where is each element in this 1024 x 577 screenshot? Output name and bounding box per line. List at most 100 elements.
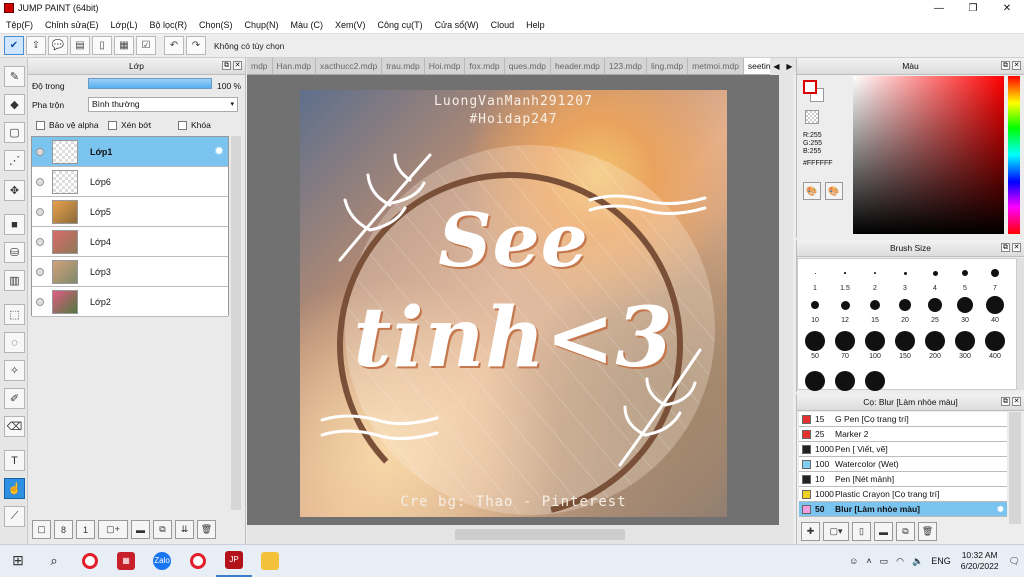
brush-dot[interactable] [835, 371, 855, 391]
new-layer-icon[interactable]: ▢ [32, 520, 51, 539]
artwork-canvas[interactable]: LuongVanManh291207 #Hoidap247 See tinh<3… [300, 90, 727, 517]
panel-close-icon[interactable]: ✕ [1012, 397, 1021, 406]
tab-document[interactable]: xacthucc2.mdp [316, 58, 383, 74]
brush-size-option[interactable]: 12 [830, 295, 860, 324]
brush-preset-item[interactable]: 15 G Pen [Cọ trang trí] [799, 412, 1007, 427]
select-pen-tool-icon[interactable]: ✐ [4, 388, 25, 409]
menu-edit[interactable]: Chỉnh sửa(E) [39, 20, 105, 30]
brush-preset-item[interactable]: 50 Blur [Làm nhòe màu] ✹ [799, 502, 1007, 517]
notifications-icon[interactable]: 🗨 [1005, 556, 1024, 567]
tab-document[interactable]: 123.mdp [605, 58, 648, 74]
grid-icon[interactable]: ▦ [114, 36, 134, 55]
brush-folder-icon[interactable]: ▬ [874, 522, 893, 541]
app-grid-icon[interactable]: ▦ [108, 545, 144, 577]
clipping-checkbox[interactable]: Xén bớt [108, 120, 151, 130]
people-icon[interactable]: ☺ [845, 556, 862, 566]
tab-document[interactable]: ques.mdp [505, 58, 552, 74]
brush-size-option[interactable]: 25 [920, 295, 950, 324]
lock-checkbox[interactable]: Khóa [178, 120, 211, 130]
protect-alpha-checkbox[interactable]: Bảo vệ alpha [36, 120, 99, 130]
brush-size-option[interactable]: 400 [980, 331, 1010, 360]
brush-size-option[interactable]: 2 [860, 263, 890, 292]
tab-document[interactable]: Han.mdp [273, 58, 317, 74]
layer-item[interactable]: Lớp3 [32, 257, 228, 287]
layer-item[interactable]: Lớp1 ✹ [32, 137, 228, 167]
add-layer-menu-icon[interactable]: ▢+ [98, 520, 128, 539]
panel-close-icon[interactable]: ✕ [1012, 61, 1021, 70]
opera-gx-icon[interactable] [180, 545, 216, 577]
menu-color[interactable]: Màu (C) [285, 20, 330, 30]
menu-select[interactable]: Chọn(S) [193, 20, 239, 30]
layer-item[interactable]: Lớp5 [32, 197, 228, 227]
tab-document[interactable]: header.mdp [551, 58, 605, 74]
visibility-icon[interactable] [36, 147, 44, 156]
hue-slider[interactable] [1008, 76, 1020, 234]
brush-add-icon[interactable]: ✚ [801, 522, 820, 541]
scrollbar-thumb[interactable] [455, 529, 625, 540]
layer-item[interactable]: Lớp4 [32, 227, 228, 257]
battery-icon[interactable]: ▭ [876, 556, 893, 567]
language-indicator[interactable]: ENG [927, 556, 955, 566]
eraser-tool-icon[interactable]: ◆ [4, 94, 25, 115]
brush-size-option[interactable]: 150 [890, 331, 920, 360]
trash-icon[interactable]: 🗑 [918, 522, 937, 541]
rectangle-tool-icon[interactable]: ▢ [4, 122, 25, 143]
brush-preset-item[interactable]: 1000 Pen [ Viết, vẽ] [799, 442, 1007, 457]
brush-size-option[interactable]: 200 [920, 331, 950, 360]
export-icon[interactable]: ⇪ [26, 36, 46, 55]
windows-start-icon[interactable]: ⊞ [0, 545, 36, 577]
dotted-line-tool-icon[interactable]: ⋰ [4, 150, 25, 171]
new-1bit-layer-icon[interactable]: 1 [76, 520, 95, 539]
brush-preset-scrollbar[interactable] [1009, 412, 1021, 524]
menu-window[interactable]: Cửa sổ(W) [429, 20, 485, 30]
brush-size-option[interactable]: 40 [980, 295, 1010, 324]
move-tool-icon[interactable]: ✥ [4, 180, 25, 201]
menu-filter[interactable]: Bộ lọc(R) [143, 20, 193, 30]
canvas-horizontal-scrollbar[interactable] [247, 525, 793, 544]
layer-item[interactable]: Lớp2 [32, 287, 228, 317]
folder-icon[interactable]: ▬ [131, 520, 150, 539]
brush-size-option[interactable]: 4 [920, 263, 950, 292]
visibility-icon[interactable] [36, 267, 44, 276]
panel-icon[interactable]: ▤ [70, 36, 90, 55]
zalo-icon[interactable]: Zalo [144, 545, 180, 577]
menu-tools[interactable]: Công cụ(T) [372, 20, 429, 30]
search-icon[interactable]: ⌕ [36, 545, 72, 577]
checklist-icon[interactable]: ☑ [136, 36, 156, 55]
tab-document[interactable]: Hoi.mdp [425, 58, 466, 74]
panel-float-icon[interactable]: ⧉ [1001, 243, 1010, 252]
select-eraser-tool-icon[interactable]: ⌫ [4, 416, 25, 437]
layer-item[interactable]: Lớp6 [32, 167, 228, 197]
chevron-right-icon[interactable]: ▶ [783, 58, 796, 75]
brush-document-icon[interactable]: ▯ [852, 522, 871, 541]
brush-preset-item[interactable]: 100 Watercolor (Wet) [799, 457, 1007, 472]
brush-size-option[interactable]: 15 [860, 295, 890, 324]
visibility-icon[interactable] [36, 297, 44, 306]
brush-dot[interactable] [865, 371, 885, 391]
panel-close-icon[interactable]: ✕ [233, 61, 242, 70]
brush-size-option[interactable]: 5 [950, 263, 980, 292]
speech-bubble-icon[interactable]: 💬 [48, 36, 68, 55]
brush-size-option[interactable]: 3 [890, 263, 920, 292]
bucket-tool-icon[interactable]: ⛁ [4, 242, 25, 263]
palette-icon[interactable]: 🎨 [803, 182, 821, 200]
brush-size-option[interactable]: 30 [950, 295, 980, 324]
palette-settings-icon[interactable]: 🎨 [825, 182, 843, 200]
brush-preset-item[interactable]: 1000 Plastic Crayon [Cọ trang trí] [799, 487, 1007, 502]
undo-icon[interactable]: ↶ [164, 36, 184, 55]
saturation-value-picker[interactable] [853, 76, 1004, 234]
menu-file[interactable]: Tệp(F) [0, 20, 39, 30]
menu-view[interactable]: Xem(V) [329, 20, 372, 30]
panel-float-icon[interactable]: ⧉ [1001, 397, 1010, 406]
check-icon[interactable]: ✔ [4, 36, 24, 55]
wifi-icon[interactable]: ◠ [892, 556, 908, 567]
redo-icon[interactable]: ↷ [186, 36, 206, 55]
menu-capture[interactable]: Chụp(N) [239, 20, 285, 30]
brush-size-option[interactable]: 50 [800, 331, 830, 360]
tab-document[interactable]: mdp [247, 58, 273, 74]
magic-wand-tool-icon[interactable]: ✧ [4, 360, 25, 381]
hand-tool-icon[interactable]: ☝ [4, 478, 25, 499]
brush-tool-icon[interactable]: ✎ [4, 66, 25, 87]
visibility-icon[interactable] [36, 237, 44, 246]
menu-cloud[interactable]: Cloud [485, 20, 521, 30]
